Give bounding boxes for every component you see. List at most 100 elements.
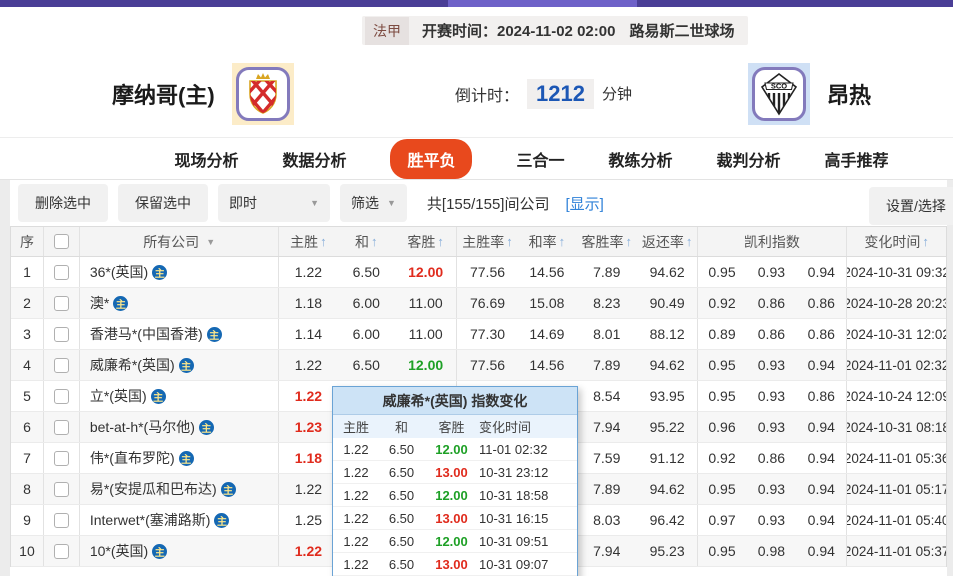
row-checkbox-cell <box>43 536 79 566</box>
kelly-value: 0.94 <box>796 536 846 566</box>
col-header-4[interactable]: 和↑ <box>337 227 395 256</box>
popup-time: 10-31 23:12 <box>479 465 575 480</box>
company-cell[interactable]: Interwet*(塞浦路斯)主 <box>79 505 279 535</box>
tab-1[interactable]: 数据分析 <box>282 147 346 171</box>
live-odds-select[interactable]: 即时 ▼ <box>218 184 330 222</box>
popup-time: 10-31 09:51 <box>479 534 575 549</box>
svg-text:SCO: SCO <box>771 81 787 90</box>
row-checkbox[interactable] <box>54 358 69 373</box>
delete-selected-button[interactable]: 删除选中 <box>18 184 108 222</box>
odds-draw: 6.50 <box>337 350 395 380</box>
odds-home: 1.18 <box>278 288 337 318</box>
rate-value: 93.95 <box>638 381 697 411</box>
kelly-value: 0.94 <box>796 443 846 473</box>
popup-draw: 6.50 <box>379 511 424 526</box>
tab-2[interactable]: 胜平负 <box>390 139 472 179</box>
countdown-value: 1212 <box>527 79 594 109</box>
company-cell[interactable]: 10*(英国)主 <box>79 536 279 566</box>
change-time: 2024-10-31 08:18 <box>846 412 946 442</box>
rate-value: 7.89 <box>576 257 638 287</box>
row-checkbox[interactable] <box>54 513 69 528</box>
nav-tabs: 现场分析 数据分析 胜平负 三合一 教练分析 裁判分析 高手推荐 <box>0 138 953 180</box>
row-checkbox-cell <box>43 412 79 442</box>
col-header-1[interactable] <box>43 227 79 256</box>
col-header-2[interactable]: 所有公司▼ <box>79 227 279 256</box>
row-index: 5 <box>11 381 43 411</box>
change-time: 2024-10-24 12:09 <box>846 381 946 411</box>
popup-time: 11-01 02:32 <box>479 442 575 457</box>
company-cell[interactable]: 立*(英国)主 <box>79 381 279 411</box>
tab-5[interactable]: 裁判分析 <box>717 147 781 171</box>
popup-away: 12.00 <box>424 442 479 457</box>
kelly-value: 0.93 <box>746 350 796 380</box>
col-header-6[interactable]: 主胜率↑ <box>456 227 518 256</box>
company-name: bet-at-h*(马尔他) <box>90 417 195 437</box>
kelly-value: 0.86 <box>746 443 796 473</box>
row-checkbox[interactable] <box>54 296 69 311</box>
select-all-checkbox[interactable] <box>54 234 69 249</box>
popup-home: 1.22 <box>333 465 379 480</box>
row-checkbox[interactable] <box>54 451 69 466</box>
settings-select-button[interactable]: 设置/选择 <box>869 187 953 225</box>
row-checkbox[interactable] <box>54 482 69 497</box>
tab-0[interactable]: 现场分析 <box>174 147 238 171</box>
odds-home: 1.23 <box>278 412 337 442</box>
table-row: 3香港马*(中国香港)主1.146.0011.0077.3014.698.018… <box>11 319 946 350</box>
col-header-label: 客胜率 <box>581 232 623 252</box>
row-checkbox[interactable] <box>54 389 69 404</box>
filter-select[interactable]: 筛选 ▼ <box>340 184 407 222</box>
col-header-7[interactable]: 和率↑ <box>518 227 576 256</box>
col-header-0: 序 <box>11 227 43 256</box>
rate-value: 91.12 <box>638 443 697 473</box>
odds-home: 1.22 <box>278 350 337 380</box>
row-checkbox-cell <box>43 381 79 411</box>
kelly-value: 0.98 <box>746 536 796 566</box>
company-cell[interactable]: bet-at-h*(马尔他)主 <box>79 412 279 442</box>
rate-value: 94.62 <box>638 350 697 380</box>
main-company-badge: 主 <box>207 327 222 342</box>
company-name: 香港马*(中国香港) <box>90 324 203 344</box>
company-cell[interactable]: 易*(安提瓜和巴布达) 主 <box>79 474 279 504</box>
row-checkbox[interactable] <box>54 327 69 342</box>
col-header-9[interactable]: 返还率↑ <box>638 227 697 256</box>
sort-asc-icon: ↑ <box>922 234 929 249</box>
rate-value: 88.12 <box>638 319 697 349</box>
main-company-badge: 主 <box>221 482 236 497</box>
col-header-label: 客胜 <box>407 232 435 252</box>
rate-value: 7.94 <box>576 536 638 566</box>
popup-col-header: 变化时间 <box>479 417 575 436</box>
company-cell[interactable]: 36*(英国)主 <box>79 257 279 287</box>
popup-away: 13.00 <box>424 511 479 526</box>
rate-value: 77.56 <box>456 350 518 380</box>
col-header-8[interactable]: 客胜率↑ <box>576 227 638 256</box>
live-odds-select-value: 即时 <box>229 193 257 213</box>
company-name: 易*(安提瓜和巴布达) <box>90 479 217 499</box>
col-header-11[interactable]: 变化时间↑ <box>846 227 946 256</box>
row-checkbox[interactable] <box>54 420 69 435</box>
popup-time: 10-31 18:58 <box>479 488 575 503</box>
row-checkbox[interactable] <box>54 544 69 559</box>
popup-time: 10-31 09:07 <box>479 557 575 572</box>
col-header-label: 变化时间 <box>864 232 920 252</box>
tab-4[interactable]: 教练分析 <box>609 147 673 171</box>
col-header-label: 凯利指数 <box>744 232 800 252</box>
company-cell[interactable]: 伟*(直布罗陀)主 <box>79 443 279 473</box>
popup-title: 威廉希*(英国) 指数变化 <box>333 387 577 415</box>
odds-away: 11.00 <box>395 319 456 349</box>
col-header-5[interactable]: 客胜↑ <box>395 227 456 256</box>
away-team-logo: SCO <box>748 63 810 125</box>
col-header-3[interactable]: 主胜↑ <box>278 227 337 256</box>
tab-6[interactable]: 高手推荐 <box>825 147 889 171</box>
popup-body: 1.226.5012.0011-01 02:321.226.5013.0010-… <box>333 438 577 576</box>
popup-home: 1.22 <box>333 442 379 457</box>
company-cell[interactable]: 澳*主 <box>79 288 279 318</box>
company-cell[interactable]: 威廉希*(英国)主 <box>79 350 279 380</box>
tab-3[interactable]: 三合一 <box>516 147 564 171</box>
row-checkbox[interactable] <box>54 265 69 280</box>
row-checkbox-cell <box>43 319 79 349</box>
show-link[interactable]: [显示] <box>565 193 603 214</box>
company-cell[interactable]: 香港马*(中国香港) 主 <box>79 319 279 349</box>
kelly-value: 0.86 <box>746 319 796 349</box>
keep-selected-button[interactable]: 保留选中 <box>118 184 208 222</box>
popup-draw: 6.50 <box>379 557 424 572</box>
